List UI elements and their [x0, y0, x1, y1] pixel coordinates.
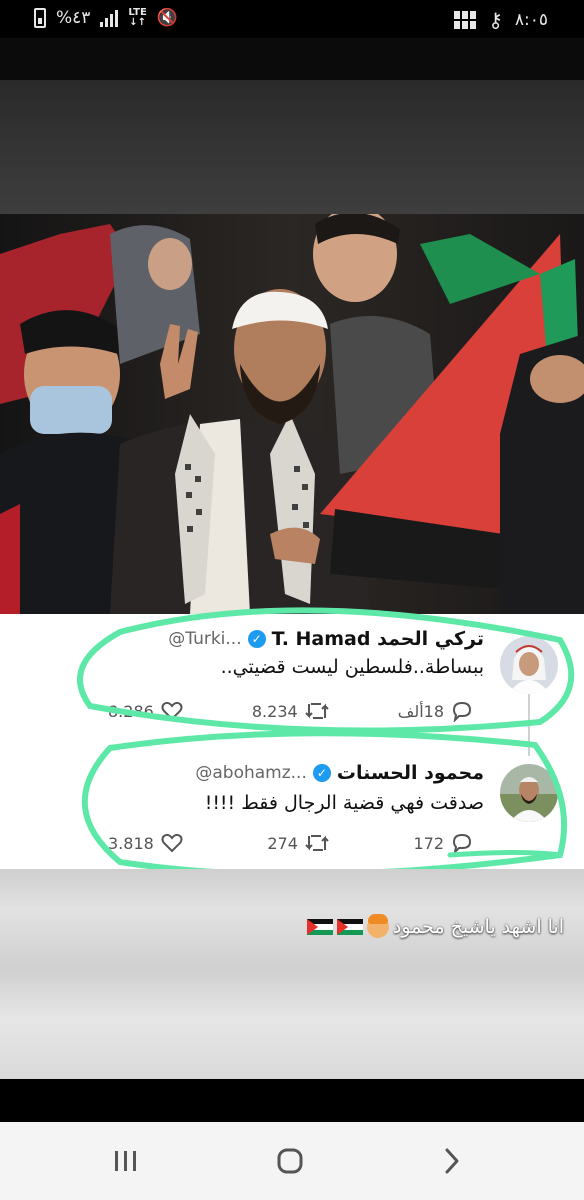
- author-name[interactable]: تركي الحمد T. Hamad: [272, 628, 484, 650]
- bottom-black-band: [0, 1079, 584, 1122]
- retweet-icon: [304, 703, 329, 719]
- turban-face-emoji-icon: [366, 914, 389, 938]
- battery-icon: [34, 8, 46, 28]
- palestine-flag-icon: [306, 919, 333, 935]
- home-button[interactable]: [260, 1142, 320, 1180]
- heart-icon: [161, 833, 183, 853]
- avatar[interactable]: [500, 636, 558, 694]
- network-arrows: ↓↑: [129, 17, 146, 28]
- mute-icon: 🔇: [156, 8, 178, 28]
- retweet-icon: [305, 835, 329, 851]
- status-right-group: ⚷ ٨:٠٥: [454, 8, 548, 32]
- post-caption: انا اشهد ياشيخ محمود: [306, 914, 564, 938]
- like-button[interactable]: 8.286: [108, 700, 184, 722]
- tweet-actions: 18ألف 8.234 8.286: [108, 700, 474, 722]
- navigation-bar: [0, 1122, 584, 1200]
- tweet-header: محمود الحسنات ✓ @abohamz...: [195, 762, 484, 784]
- caption-text: انا اشهد ياشيخ محمود: [392, 916, 564, 938]
- back-icon: [445, 1148, 459, 1174]
- top-dark-band: [0, 38, 584, 214]
- tweet-text: ببساطة..فلسطين ليست قضيتي..: [220, 656, 484, 678]
- back-button[interactable]: [422, 1142, 482, 1180]
- tweet-actions: 172 274 3.818: [108, 832, 474, 854]
- author-handle[interactable]: @Turki...: [168, 629, 241, 649]
- recents-button[interactable]: [96, 1142, 156, 1180]
- home-icon: [277, 1148, 303, 1174]
- status-time: ٨:٠٥: [514, 10, 548, 30]
- like-count: 8.286: [108, 701, 154, 721]
- retweet-count: 8.234: [251, 701, 298, 721]
- verified-badge-icon: ✓: [312, 764, 331, 782]
- status-bar: %٤٣ LTE ↓↑ 🔇 ⚷ ٨:٠٥: [0, 0, 584, 38]
- tweet-text: صدقت فهي قضية الرجال فقط !!!!: [204, 792, 484, 814]
- protest-photo: [0, 214, 584, 614]
- avatar[interactable]: [500, 764, 558, 822]
- lte-indicator: LTE ↓↑: [128, 8, 146, 28]
- retweet-button[interactable]: 8.234: [252, 700, 330, 722]
- author-name[interactable]: محمود الحسنات: [337, 762, 484, 784]
- battery-percent: %٤٣: [56, 8, 91, 28]
- reply-button[interactable]: 172: [413, 832, 474, 854]
- retweet-count: 274: [267, 833, 298, 853]
- gallery-notification-icon: [454, 11, 477, 29]
- tweet-header: تركي الحمد T. Hamad ✓ @Turki...: [168, 628, 484, 650]
- author-handle[interactable]: @abohamz...: [195, 763, 307, 783]
- post-background: [0, 869, 584, 1079]
- reply-button[interactable]: 18ألف: [398, 700, 474, 722]
- key-icon: ⚷: [488, 8, 503, 32]
- retweet-button[interactable]: 274: [267, 832, 330, 854]
- verified-badge-icon: ✓: [247, 630, 266, 648]
- status-left-group: %٤٣ LTE ↓↑ 🔇: [34, 8, 178, 28]
- reply-icon: [452, 701, 472, 722]
- tweet-card: [0, 614, 584, 869]
- thread-connector: [528, 694, 530, 756]
- recents-icon: [115, 1151, 136, 1171]
- like-button[interactable]: 3.818: [108, 832, 184, 854]
- reply-icon: [452, 833, 472, 854]
- palestine-flag-icon: [336, 919, 363, 935]
- signal-icon: [100, 9, 119, 27]
- reply-count: 18ألف: [397, 701, 444, 721]
- reply-count: 172: [413, 833, 444, 853]
- like-count: 3.818: [108, 833, 154, 853]
- heart-icon: [161, 701, 183, 721]
